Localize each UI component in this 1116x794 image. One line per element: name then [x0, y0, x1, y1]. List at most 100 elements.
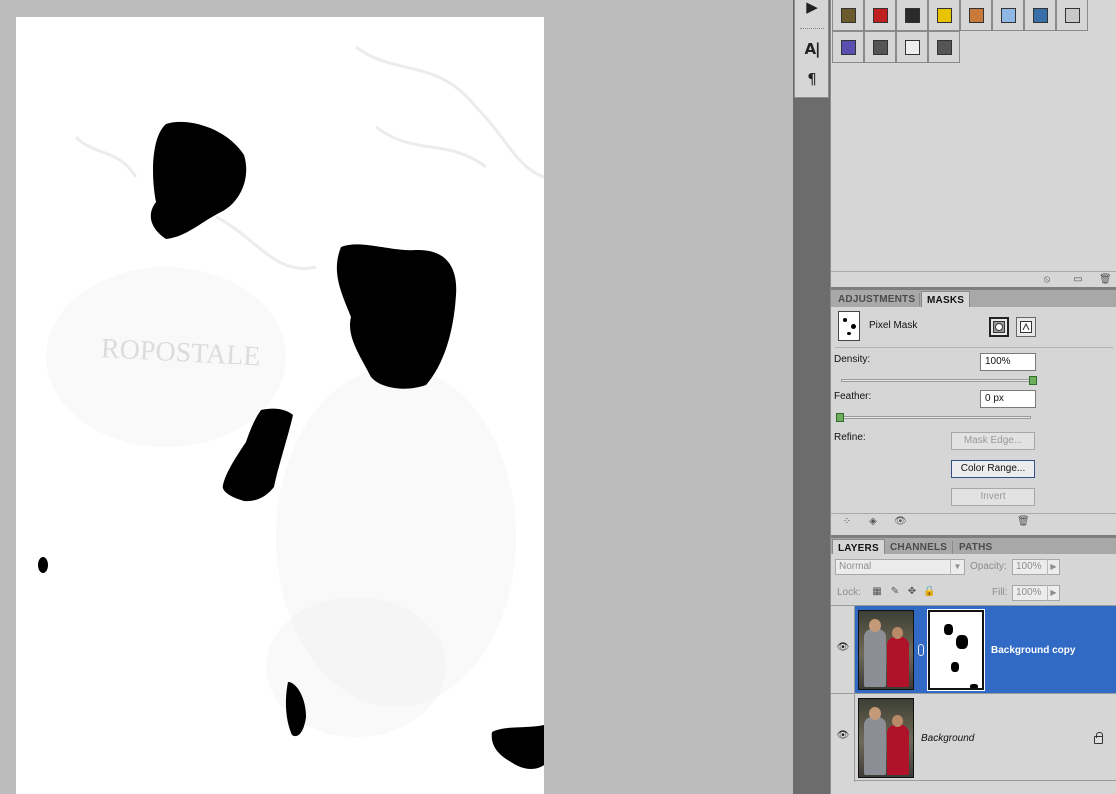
masks-panel: Pixel Mask Density: 100% Feather: 0 px R… [831, 307, 1116, 534]
style-swatch-5[interactable] [960, 0, 992, 31]
tab-separator [919, 293, 920, 306]
pixel-mask-button[interactable] [989, 317, 1009, 337]
layer-thumbnail [858, 610, 914, 690]
vector-mask-icon [1020, 321, 1032, 333]
layer-thumbnail [858, 698, 914, 778]
masks-divider [835, 347, 1113, 348]
lock-all-icon[interactable]: 🔒 [923, 586, 935, 598]
invert-button[interactable]: Invert [951, 488, 1035, 506]
delete-mask-icon[interactable]: 🗑 [1017, 516, 1030, 528]
fill-field[interactable]: 100% ▶ [1012, 585, 1060, 601]
style-swatch-color [1032, 7, 1048, 23]
style-swatch-color [840, 7, 856, 23]
icon-separator [800, 28, 824, 29]
pixel-mask-thumbnail [838, 311, 860, 341]
tab-adjustments[interactable]: ADJUSTMENTS [833, 291, 920, 308]
clear-style-icon[interactable]: ⦸ [1041, 274, 1053, 286]
vector-mask-button[interactable] [1016, 317, 1036, 337]
opacity-field[interactable]: 100% ▶ [1012, 559, 1060, 575]
mask-preview-image: ROPOSTALE [38, 45, 544, 769]
visibility-column: 👁 [831, 694, 855, 782]
pixel-mask-icon [993, 321, 1005, 333]
styles-panel: ⦸ ▭ 🗑 [831, 0, 1116, 288]
refine-label: Refine: [834, 432, 866, 443]
opacity-label: Opacity: [970, 561, 1007, 572]
mask-edge-button[interactable]: Mask Edge... [951, 432, 1035, 450]
apply-mask-icon[interactable]: ◈ [867, 516, 879, 528]
style-swatch-color [904, 7, 920, 23]
style-swatch-color [840, 39, 856, 55]
layer-name[interactable]: Background copy [991, 645, 1075, 656]
canvas-workspace: ROPOSTALE [0, 0, 778, 794]
fill-label: Fill: [992, 587, 1008, 598]
pixel-mask-label: Pixel Mask [869, 320, 918, 331]
styles-footer: ⦸ ▭ 🗑 [831, 271, 1116, 288]
adjustments-masks-tabbar: ADJUSTMENTS MASKS [831, 287, 1116, 308]
style-swatch-7[interactable] [1024, 0, 1056, 31]
opacity-arrow-icon[interactable]: ▶ [1047, 559, 1059, 575]
fill-arrow-icon[interactable]: ▶ [1047, 585, 1059, 601]
style-swatch-1[interactable] [832, 0, 864, 31]
chevron-down-icon: ▼ [950, 559, 964, 575]
layer-mask-thumbnail[interactable] [928, 610, 984, 690]
style-swatch-12[interactable] [928, 31, 960, 63]
layers-tabbar: LAYERS CHANNELS PATHS [831, 535, 1116, 556]
eye-icon[interactable]: 👁 [836, 642, 850, 654]
visibility-column: 👁 [831, 606, 855, 694]
tab-separator [952, 541, 953, 554]
lock-position-icon[interactable]: ✥ [906, 586, 918, 598]
mask-link-icon[interactable] [918, 644, 924, 656]
layers-panel: Normal ▼ Opacity: 100% ▶ Lock: ▦ ✎ ✥ 🔒 F… [831, 554, 1116, 794]
document-canvas[interactable]: ROPOSTALE [16, 17, 544, 794]
layer-lock-icon [1094, 732, 1103, 744]
style-swatch-3[interactable] [896, 0, 928, 31]
style-swatch-color [1000, 7, 1016, 23]
lock-label: Lock: [837, 587, 861, 598]
delete-style-icon[interactable]: 🗑 [1099, 274, 1112, 286]
collapsed-panel-icons: ▶ A| ¶ [794, 0, 829, 98]
style-swatch-color [872, 7, 888, 23]
layer-row-background-copy[interactable]: 👁 Background copy [831, 605, 1116, 694]
dock-strip [793, 0, 830, 794]
panel-column: ⦸ ▭ 🗑 ADJUSTMENTS MASKS Pixel Mask Densi… [830, 0, 1116, 794]
style-swatch-color [968, 7, 984, 23]
density-slider-thumb[interactable] [1029, 376, 1037, 385]
style-swatch-color [872, 39, 888, 55]
style-swatch-11[interactable] [896, 31, 928, 63]
feather-label: Feather: [834, 391, 872, 402]
play-icon[interactable]: ▶ [799, 0, 825, 18]
panel-gutter [778, 0, 794, 794]
density-field[interactable]: 100% [980, 353, 1036, 371]
eye-icon[interactable]: 👁 [836, 730, 850, 742]
disable-mask-eye-icon[interactable]: 👁 [894, 516, 907, 528]
style-swatch-8[interactable] [1056, 0, 1088, 31]
masks-footer: ⁘ ◈ 👁 🗑 [831, 513, 1116, 533]
tab-masks[interactable]: MASKS [921, 291, 971, 308]
feather-field[interactable]: 0 px [980, 390, 1036, 408]
style-swatch-color [1064, 7, 1080, 23]
style-swatch-color [904, 39, 920, 55]
opacity-value: 100% [1016, 561, 1042, 572]
layer-name[interactable]: Background [921, 733, 974, 744]
feather-slider-thumb[interactable] [836, 413, 844, 422]
style-swatch-color [936, 39, 952, 55]
style-swatch-6[interactable] [992, 0, 1024, 31]
character-icon[interactable]: A| [799, 38, 825, 60]
feather-slider[interactable] [837, 416, 1031, 419]
paragraph-icon[interactable]: ¶ [799, 68, 825, 90]
style-swatch-color [936, 7, 952, 23]
density-slider[interactable] [841, 379, 1033, 382]
color-range-button[interactable]: Color Range... [951, 460, 1035, 478]
load-selection-icon[interactable]: ⁘ [841, 516, 853, 528]
fill-value: 100% [1016, 587, 1042, 598]
style-swatch-9[interactable] [832, 31, 864, 63]
density-label: Density: [834, 354, 871, 365]
lock-transparency-icon[interactable]: ▦ [871, 586, 883, 598]
style-swatch-2[interactable] [864, 0, 896, 31]
lock-image-icon[interactable]: ✎ [889, 586, 901, 598]
new-style-icon[interactable]: ▭ [1072, 274, 1084, 286]
layer-row-background[interactable]: 👁 Background [831, 693, 1116, 782]
blend-mode-select[interactable]: Normal ▼ [835, 559, 965, 575]
style-swatch-4[interactable] [928, 0, 960, 31]
style-swatch-10[interactable] [864, 31, 896, 63]
